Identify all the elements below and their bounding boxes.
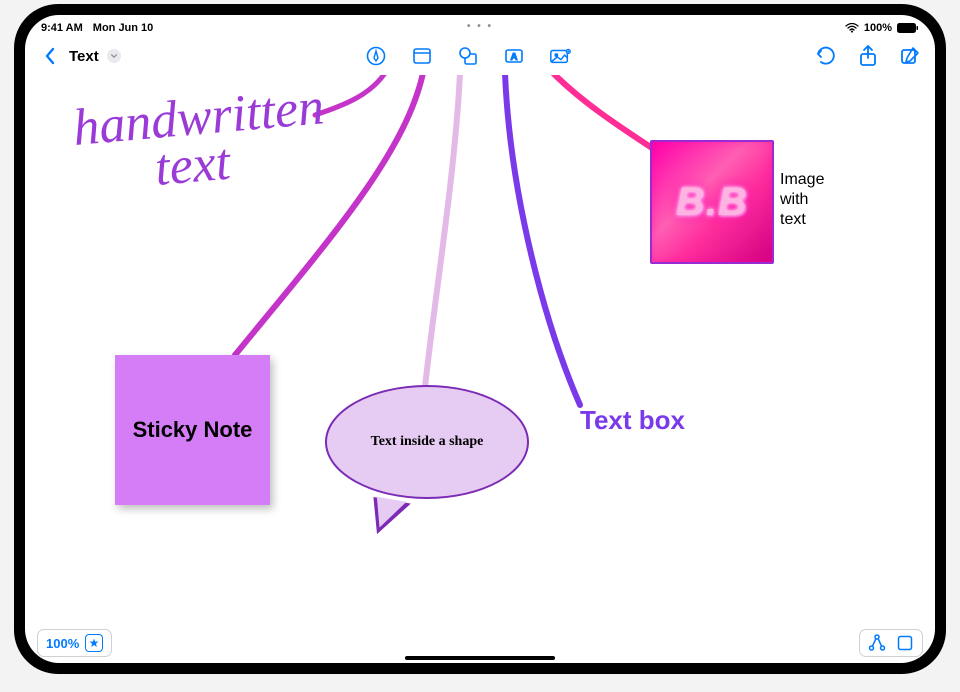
pen-tool-icon[interactable] (365, 45, 387, 67)
back-button[interactable] (39, 45, 61, 67)
ipad-frame: 9:41 AM Mon Jun 10 • • • 100% Text (14, 4, 946, 674)
sticky-note-icon[interactable] (411, 45, 433, 67)
sticky-note[interactable]: Sticky Note (115, 355, 270, 505)
compose-icon[interactable] (899, 45, 921, 67)
image-caption: Image with text (780, 170, 824, 230)
connections-icon[interactable] (868, 634, 886, 652)
sticky-note-label: Sticky Note (133, 417, 253, 443)
share-icon[interactable] (857, 45, 879, 67)
zoom-value: 100% (46, 636, 79, 651)
image-inner-text: B.B (676, 180, 748, 225)
wifi-icon (845, 23, 859, 33)
ipad-screen: 9:41 AM Mon Jun 10 • • • 100% Text (25, 15, 935, 663)
text-box[interactable]: Text box (580, 405, 685, 436)
board-title[interactable]: Text (67, 48, 101, 65)
multitasking-dots-icon[interactable]: • • • (467, 21, 493, 32)
status-date: Mon Jun 10 (93, 22, 154, 34)
speech-bubble-label: Text inside a shape (371, 434, 484, 450)
app-toolbar: Text A (25, 37, 935, 75)
zoom-favorite-icon[interactable] (85, 634, 103, 652)
text-box-label: Text box (580, 405, 685, 435)
battery-icon (897, 23, 919, 33)
inserted-image[interactable]: B.B (650, 140, 774, 264)
zoom-control[interactable]: 100% (37, 629, 112, 657)
home-indicator[interactable] (405, 656, 555, 660)
status-bar: 9:41 AM Mon Jun 10 • • • 100% (25, 15, 935, 37)
status-time: 9:41 AM (41, 22, 83, 34)
minimap-icon[interactable] (896, 634, 914, 652)
shape-icon[interactable] (457, 45, 479, 67)
battery-percent: 100% (864, 22, 892, 34)
speech-bubble-shape[interactable]: Text inside a shape (325, 385, 525, 510)
freeform-canvas[interactable]: handwritten text Sticky Note Text inside… (25, 75, 935, 623)
board-menu-chevron-icon[interactable] (107, 49, 121, 63)
svg-text:A: A (510, 52, 517, 63)
media-icon[interactable] (549, 45, 571, 67)
text-box-icon[interactable]: A (503, 45, 525, 67)
undo-icon[interactable] (815, 45, 837, 67)
